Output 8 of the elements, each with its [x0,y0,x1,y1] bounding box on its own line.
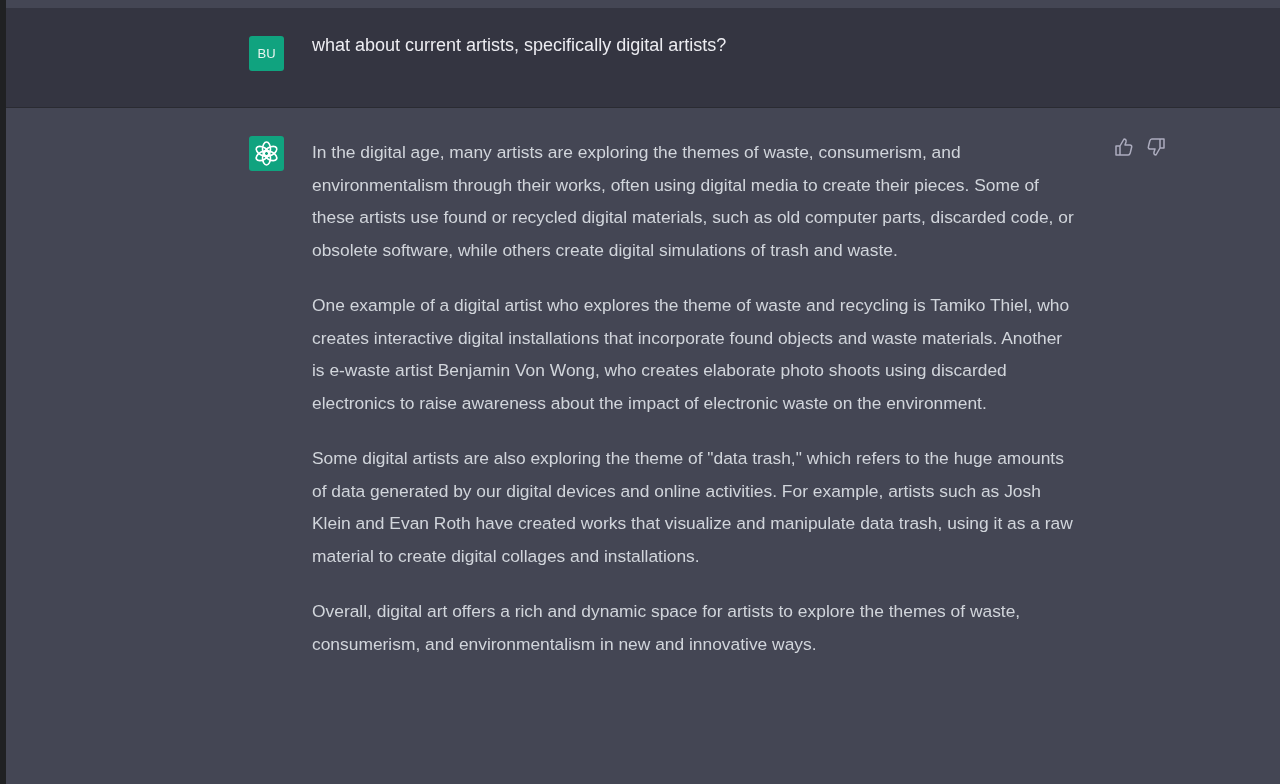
response-paragraph: In the digital age, many artists are exploring the themes of waste, consumerism, and environmentalism through their works, often using digital media to create their pieces. Some of these artists use found or recycled digital materials, such as old computer parts, discarded code, or obsolete software, while others create digital simulations of trash and waste. [312,141,1075,262]
user-avatar: BU [249,36,284,71]
user-message: what about current artists, specifically digital artists? [312,34,727,57]
response-paragraph: One example of a digital artist who explores the theme of waste and recycling is Tamiko Thiel, who creates interactive digital installations that incorporate found objects and waste materials. Another is e-waste artist Benjamin Von Wong, who creates elaborate photo shoots using discarded electronics to raise awareness about the impact of electronic waste on the environment. [312,294,1071,415]
response-paragraph: Some digital artists are also exploring the theme of "data trash," which refers to the huge amounts of data generated by our digital devices and online activities. For example, artists such as Josh Klein and Evan Roth have created works that visualize and manipulate data trash, using it as a raw material to create digital collages and installations. [312,447,1074,568]
response-paragraph: Overall, digital art offers a rich and dynamic space for artists to explore the themes of waste, consumerism, and environmentalism in new and innovative ways. [312,600,1022,656]
thumbs-up-button[interactable] [1114,136,1134,158]
thumbs-down-button[interactable] [1146,136,1166,158]
